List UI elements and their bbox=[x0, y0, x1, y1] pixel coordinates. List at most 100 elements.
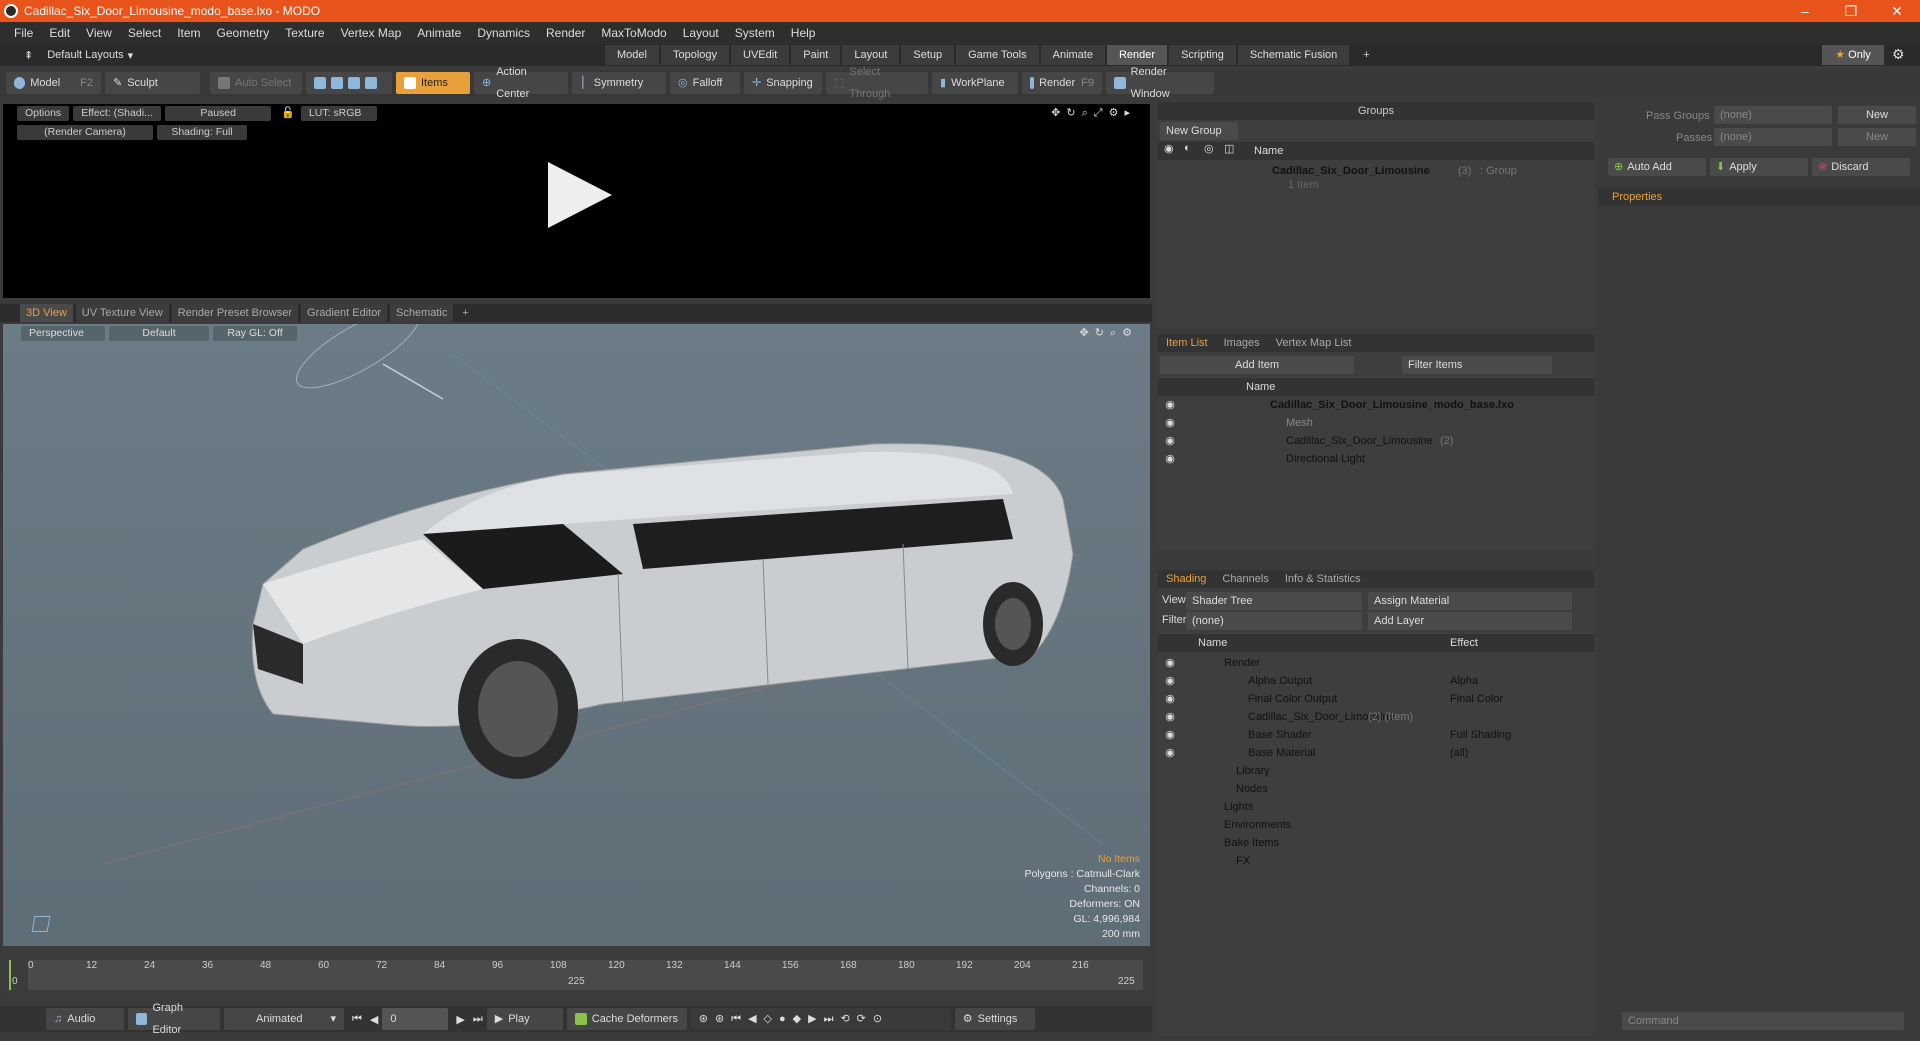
shader-row-effect[interactable]: Full Shading bbox=[1450, 726, 1511, 744]
eye-icon[interactable]: ◉ bbox=[1164, 672, 1176, 690]
tab-topology[interactable]: Topology bbox=[660, 45, 730, 65]
settings-button[interactable]: ⚙ Settings bbox=[954, 1008, 1035, 1030]
eye-icon[interactable]: ◉ bbox=[1164, 414, 1176, 432]
menu-texture[interactable]: Texture bbox=[277, 26, 332, 40]
list-item-light[interactable]: ◉ Directional Light bbox=[1158, 450, 1594, 468]
menu-edit[interactable]: Edit bbox=[41, 26, 78, 40]
tab-schematic[interactable]: Schematic bbox=[390, 304, 454, 322]
timeline-ruler[interactable]: 0 12 24 36 48 60 72 84 96 108 120 132 144 156 168 180 19… bbox=[12, 960, 1143, 990]
shader-row-effect[interactable]: Alpha bbox=[1450, 672, 1478, 690]
menu-geometry[interactable]: Geometry bbox=[209, 26, 278, 40]
expand-icon[interactable]: ⤢ bbox=[1094, 107, 1109, 119]
audio-button[interactable]: ♫ Audio bbox=[46, 1008, 124, 1030]
tab-uv-texture-view[interactable]: UV Texture View bbox=[75, 304, 169, 322]
lock-icon[interactable]: 🔓 bbox=[281, 106, 295, 121]
default-layouts-dropdown[interactable]: ⇞ Default Layouts ▾ bbox=[0, 49, 600, 62]
play-small-icon[interactable]: ▸ bbox=[1124, 107, 1136, 119]
shader-row-6[interactable]: Library bbox=[1158, 762, 1594, 780]
menu-animate[interactable]: Animate bbox=[409, 26, 469, 40]
options-button[interactable]: Options bbox=[17, 106, 70, 121]
skip-end-icon[interactable]: ⏭ bbox=[473, 1013, 483, 1026]
tab-animate[interactable]: Animate bbox=[1040, 45, 1105, 65]
shading-dropdown[interactable]: Shading: Full bbox=[157, 125, 247, 140]
shader-row-9[interactable]: Environments bbox=[1158, 816, 1594, 834]
move-icon[interactable]: ✥ bbox=[1051, 107, 1066, 119]
eye-icon[interactable]: ◉ bbox=[1164, 690, 1176, 708]
select-through-button[interactable]: ⬚ Select Through bbox=[826, 66, 928, 100]
command-input[interactable]: Command bbox=[1622, 1012, 1904, 1030]
assign-material-button[interactable]: Assign Material bbox=[1368, 592, 1572, 610]
maximize-icon[interactable]: ❐ bbox=[1828, 3, 1874, 20]
add-tab-icon[interactable]: + bbox=[456, 304, 474, 322]
menu-view[interactable]: View bbox=[78, 26, 120, 40]
shader-row-3[interactable]: ◉ Cadillac_Six_Door_Limousine (2) (Item) bbox=[1158, 708, 1594, 726]
tab-game-tools[interactable]: Game Tools bbox=[956, 45, 1039, 65]
render-preview[interactable]: Options Effect: (Shadi... Paused 🔓 LUT: … bbox=[3, 104, 1150, 298]
new-pass-group-button[interactable]: New bbox=[1838, 106, 1916, 124]
only-button[interactable]: ★ Only bbox=[1822, 45, 1884, 65]
tab-uvedit[interactable]: UVEdit bbox=[731, 45, 790, 65]
eye-icon[interactable]: ◉ bbox=[1164, 726, 1176, 744]
eye-icon[interactable]: ◉ bbox=[1164, 432, 1176, 450]
render-window-button[interactable]: Render Window bbox=[1106, 66, 1214, 100]
tab-schematic-fusion[interactable]: Schematic Fusion bbox=[1237, 45, 1350, 65]
menu-file[interactable]: File bbox=[6, 26, 41, 40]
add-tab-icon[interactable]: + bbox=[1351, 45, 1381, 65]
effect-dropdown[interactable]: Effect: (Shadi... bbox=[73, 106, 162, 121]
sculpt-button[interactable]: ✎ Sculpt bbox=[105, 72, 200, 94]
play-button[interactable]: ▶ Play bbox=[486, 1008, 563, 1030]
symmetry-button[interactable]: ⎮ Symmetry bbox=[572, 72, 666, 94]
add-item-dropdown[interactable]: Add Item bbox=[1160, 356, 1354, 374]
auto-select-button[interactable]: Auto Select bbox=[210, 72, 302, 94]
shader-row-11[interactable]: FX bbox=[1158, 852, 1594, 870]
workplane-button[interactable]: ▮ WorkPlane bbox=[932, 72, 1018, 94]
key-tools[interactable]: ⊛⊛⏮◀◇●◆▶⏭⟲⟳⊙ bbox=[690, 1008, 951, 1030]
shader-row-0[interactable]: ◉ Render bbox=[1158, 654, 1594, 672]
lock-icon[interactable]: ◐ bbox=[1184, 142, 1191, 154]
action-center-button[interactable]: ⊕ Action Center bbox=[474, 66, 568, 100]
3d-viewport[interactable]: Perspective Default Ray GL: Off ✥↻⌕⚙ No … bbox=[3, 324, 1150, 946]
add-layer-dropdown[interactable]: Add Layer bbox=[1368, 612, 1572, 630]
shader-row-1[interactable]: ◉ Alpha Output Alpha bbox=[1158, 672, 1594, 690]
shader-row-5[interactable]: ◉ Base Material (all) bbox=[1158, 744, 1594, 762]
animated-dropdown[interactable]: Animated ▾ bbox=[224, 1008, 344, 1030]
model-button[interactable]: Model F2 bbox=[6, 72, 101, 94]
eye-icon[interactable]: ◉ bbox=[1164, 744, 1176, 762]
shader-row-effect[interactable]: Final Color bbox=[1450, 690, 1503, 708]
tab-gradient-editor[interactable]: Gradient Editor bbox=[301, 304, 387, 322]
render-toggle-icon[interactable]: ◎ bbox=[1204, 142, 1214, 155]
shader-row-7[interactable]: Nodes bbox=[1158, 780, 1594, 798]
apply-button[interactable]: ⬇ Apply bbox=[1710, 158, 1808, 176]
cache-deformers-button[interactable]: Cache Deformers bbox=[566, 1008, 687, 1030]
menu-maxtomodo[interactable]: MaxToModo bbox=[593, 26, 674, 40]
menu-system[interactable]: System bbox=[727, 26, 783, 40]
filter-dropdown[interactable]: (none) bbox=[1186, 612, 1362, 630]
discard-button[interactable]: ⊗ Discard bbox=[1812, 158, 1910, 176]
tab-vertex-map-list[interactable]: Vertex Map List bbox=[1268, 337, 1360, 349]
paused-toggle[interactable]: Paused bbox=[165, 106, 272, 121]
list-item-scene[interactable]: ◉ Cadillac_Six_Door_Limousine_modo_base.l… bbox=[1158, 396, 1594, 414]
eye-icon[interactable]: ◉ bbox=[1164, 396, 1176, 414]
falloff-button[interactable]: ◎ Falloff bbox=[670, 72, 740, 94]
new-pass-button[interactable]: New bbox=[1838, 128, 1916, 146]
step-back-icon[interactable]: ◀ bbox=[370, 1013, 378, 1026]
pass-groups-dropdown[interactable]: (none) bbox=[1714, 106, 1832, 124]
minimize-icon[interactable]: – bbox=[1782, 3, 1828, 20]
play-icon[interactable] bbox=[548, 162, 612, 228]
selection-mode-icons[interactable] bbox=[306, 72, 392, 94]
limousine-model[interactable] bbox=[3, 324, 1150, 946]
render-button[interactable]: Render F9 bbox=[1022, 72, 1102, 94]
menu-render[interactable]: Render bbox=[538, 26, 593, 40]
gear-icon[interactable]: ⚙ bbox=[1109, 107, 1125, 119]
tab-info-statistics[interactable]: Info & Statistics bbox=[1277, 573, 1369, 585]
eye-icon[interactable]: ◉ bbox=[1164, 708, 1176, 726]
new-group-button[interactable]: New Group bbox=[1160, 122, 1238, 140]
skip-start-icon[interactable]: ⏮ bbox=[352, 1013, 362, 1026]
snapping-button[interactable]: ✛ Snapping bbox=[744, 72, 822, 94]
eye-icon[interactable]: ◉ bbox=[1164, 450, 1176, 468]
graph-editor-button[interactable]: Graph Editor bbox=[128, 1002, 220, 1036]
lut-dropdown[interactable]: LUT: sRGB bbox=[300, 106, 377, 121]
timeline[interactable]: 0 12 24 36 48 60 72 84 96 108 120 132 144 156 168 180 19… bbox=[3, 950, 1150, 996]
select-toggle-icon[interactable]: ◫ bbox=[1224, 142, 1234, 155]
tab-images[interactable]: Images bbox=[1216, 337, 1268, 349]
